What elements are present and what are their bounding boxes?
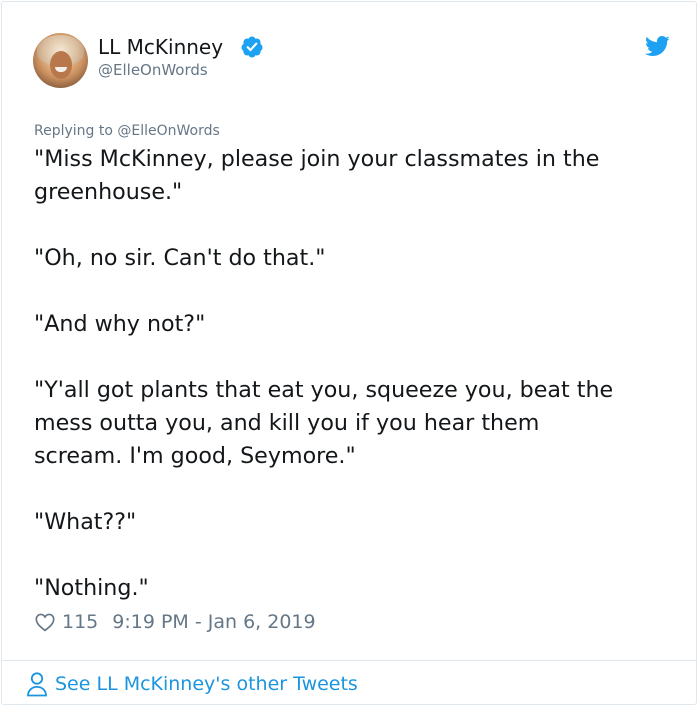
tweet-line: scream. I'm good, Seymore." [34,443,356,469]
author-handle[interactable]: @ElleOnWords [98,61,208,79]
tweet-line: "Nothing." [34,575,149,601]
avatar[interactable] [33,33,88,88]
verified-badge-icon [241,36,263,58]
replying-to[interactable]: Replying to @ElleOnWords [34,122,220,140]
tweet-card: LL McKinney @ElleOnWords Replying to @El… [1,1,697,705]
tweet-timestamp[interactable]: 9:19 PM - Jan 6, 2019 [112,611,315,633]
tweet-line: "Miss McKinney, please join your classma… [34,146,600,172]
tweet-line: "Oh, no sir. Can't do that." [34,245,326,271]
tweet-line: mess outta you, and kill you if you hear… [34,410,540,436]
tweet-line: "What??" [34,509,137,535]
see-other-tweets-link[interactable]: See LL McKinney's other Tweets [26,671,358,697]
avatar-face [50,51,72,79]
tweet-text: "Miss McKinney, please join your classma… [34,143,674,605]
tweet-line: greenhouse." [34,179,183,205]
tweet-line-blank [34,209,674,242]
like-count[interactable]: 115 [62,611,98,633]
tweet-line-blank [34,539,674,572]
tweet-line-blank [34,341,674,374]
tweet-line: "And why not?" [34,311,206,337]
tweet-meta: 115 9:19 PM - Jan 6, 2019 [34,609,316,635]
person-icon [27,672,47,697]
divider [2,660,696,661]
tweet-line-blank [34,275,674,308]
tweet-line: "Y'all got plants that eat you, squeeze … [34,377,614,403]
heart-icon[interactable] [34,611,56,633]
see-other-tweets-label: See LL McKinney's other Tweets [55,673,358,695]
author-name[interactable]: LL McKinney [98,35,223,59]
twitter-bird-icon[interactable] [644,35,670,57]
tweet-line-blank [34,473,674,506]
